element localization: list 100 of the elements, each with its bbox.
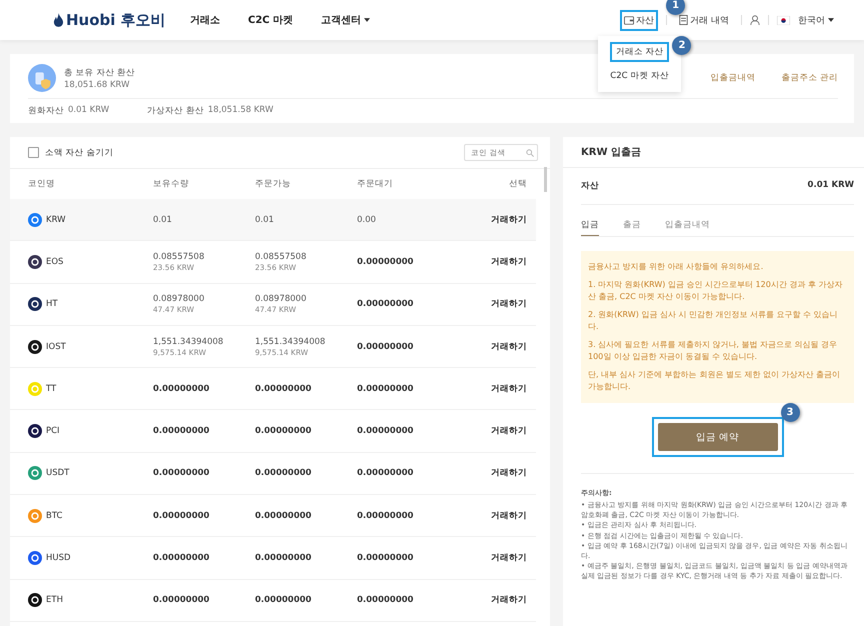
trade-link[interactable]: 거래하기 bbox=[491, 214, 527, 225]
assets-link[interactable]: 자산 bbox=[620, 10, 658, 30]
pending-value: 0.00000000 bbox=[357, 595, 414, 606]
nav-link[interactable]: 고객센터 bbox=[321, 13, 370, 27]
balance-value: 0.08557508 bbox=[153, 252, 206, 262]
tab[interactable]: 출금 bbox=[623, 219, 641, 236]
menu-item[interactable]: 거래소 자산 bbox=[610, 42, 670, 62]
coin-name: EOS bbox=[46, 256, 64, 267]
pending-value: 0.00000000 bbox=[357, 553, 414, 564]
coin-name: ETH bbox=[46, 595, 63, 606]
notice-text: 1. 마지막 원화(KRW) 입금 승인 시간으로부터 120시간 경과 후 가상자산 출금, C2C 마켓 자산 이동이 가능합니다. bbox=[588, 279, 844, 303]
krw-asset-value: 0.01 KRW bbox=[68, 105, 110, 117]
trade-link[interactable]: 거래하기 bbox=[491, 299, 527, 310]
wallet-icon bbox=[624, 16, 634, 24]
scrollbar bbox=[544, 167, 547, 192]
column-header: 코인명 bbox=[28, 178, 56, 190]
asset-value: 0.01 KRW bbox=[808, 180, 854, 192]
notice-text: 금융사고 방지를 위한 아래 사항들에 유의하세요. bbox=[588, 261, 764, 273]
balance-value: 1,551.34394008 bbox=[153, 336, 224, 347]
total-label: 총 보유 자산 환산 bbox=[64, 66, 136, 78]
trade-link[interactable]: 거래하기 bbox=[491, 426, 527, 436]
deposit-button[interactable]: 입금 예약 bbox=[658, 423, 778, 451]
trade-link[interactable]: 거래하기 bbox=[491, 256, 527, 267]
table-row[interactable]: TT 0.00000000 0.00000000 0.00000000 거래하기 bbox=[10, 368, 536, 410]
user-icon[interactable] bbox=[750, 15, 760, 25]
trade-link[interactable]: 거래하기 bbox=[491, 595, 527, 606]
coin-name: BTC bbox=[46, 510, 62, 521]
pending-value: 0.00000000 bbox=[357, 468, 414, 478]
pending-value: 0.00 bbox=[357, 214, 377, 225]
trade-link[interactable]: 거래하기 bbox=[491, 553, 527, 564]
available-value: 1,551.34394008 bbox=[255, 336, 326, 347]
flag-icon bbox=[777, 16, 790, 24]
table-row[interactable]: ETH 0.00000000 0.00000000 0.00000000 거래하기 bbox=[10, 580, 536, 622]
crypto-asset-value: 18,051.58 KRW bbox=[208, 105, 274, 117]
nav-link[interactable]: C2C 마켓 bbox=[248, 13, 294, 27]
available-value: 0.00000000 bbox=[255, 468, 312, 478]
column-header: 보유수량 bbox=[153, 178, 190, 190]
trade-link[interactable]: 거래하기 bbox=[491, 342, 527, 352]
panel-title: KRW 입출금 bbox=[563, 137, 864, 168]
coin-name: IOST bbox=[46, 342, 66, 352]
coin-name: HT bbox=[46, 299, 58, 310]
trade-link[interactable]: 거래하기 bbox=[491, 468, 527, 478]
table-row[interactable]: KRW 0.01 0.01 0.00 거래하기 bbox=[10, 199, 536, 242]
coins-avatar-icon bbox=[28, 64, 56, 92]
table-row[interactable]: BTC 0.00000000 0.00000000 0.00000000 거래하기 bbox=[10, 495, 536, 538]
pending-value: 0.00000000 bbox=[357, 299, 414, 310]
notice-text: 3. 심사에 필요한 서류를 제출하지 않거나, 불법 자금으로 의심될 경우 100일 이상 입금한 자금이 동결될 수 있습니다. bbox=[588, 339, 838, 363]
balance-value: 0.00000000 bbox=[153, 595, 210, 606]
balance-value: 0.00000000 bbox=[153, 553, 210, 564]
available-value: 0.08557508 bbox=[255, 252, 308, 262]
available-value: 0.00000000 bbox=[255, 384, 312, 394]
trade-link[interactable]: 거래하기 bbox=[491, 384, 527, 394]
caret-icon bbox=[828, 18, 834, 22]
menu-item[interactable]: C2C 마켓 자산 bbox=[604, 66, 675, 86]
column-header: 주문가능 bbox=[255, 178, 292, 190]
balance-value: 0.00000000 bbox=[153, 468, 210, 478]
pending-value: 0.00000000 bbox=[357, 256, 414, 267]
header-link[interactable]: 입출금내역 bbox=[710, 72, 756, 84]
step-badge: 3 bbox=[780, 403, 800, 422]
trade-link[interactable]: 거래하기 bbox=[491, 510, 527, 521]
balance-value: 0.00000000 bbox=[153, 510, 210, 521]
pending-value: 0.00000000 bbox=[357, 342, 414, 352]
flame-icon bbox=[53, 12, 64, 28]
column-header: 주문대기 bbox=[357, 178, 394, 190]
balance-value: 0.00000000 bbox=[153, 426, 210, 436]
table-row[interactable]: USDT 0.00000000 0.00000000 0.00000000 거래하기 bbox=[10, 452, 536, 496]
pending-value: 0.00000000 bbox=[357, 426, 414, 436]
notice-text: 2. 원화(KRW) 입금 심사 시 민감한 개인정보 서류를 요구할 수 있습니다. bbox=[588, 309, 839, 333]
pending-value: 0.00000000 bbox=[357, 384, 414, 394]
table-row[interactable]: HUSD 0.00000000 0.00000000 0.00000000 거래하기 bbox=[10, 537, 536, 580]
asset-label: 자산 bbox=[581, 180, 599, 192]
pending-value: 0.00000000 bbox=[357, 510, 414, 521]
krw-asset-label: 원화자산 bbox=[28, 105, 64, 117]
checkbox[interactable] bbox=[28, 147, 39, 158]
search-icon bbox=[526, 149, 534, 157]
column-header: 선택 bbox=[508, 178, 527, 190]
balance-value: 0.01 bbox=[153, 214, 173, 225]
step-badge: 1 bbox=[666, 0, 686, 14]
available-value: 0.00000000 bbox=[255, 595, 312, 606]
available-value: 0.00000000 bbox=[255, 510, 312, 521]
balance-value: 0.08978000 bbox=[153, 294, 206, 304]
checkbox-label: 소액 자산 숨기기 bbox=[45, 146, 114, 158]
available-value: 0.08978000 bbox=[255, 294, 308, 304]
logo-text[interactable]: Huobi 후오비 bbox=[66, 10, 166, 30]
step-badge: 2 bbox=[672, 36, 692, 54]
tab[interactable]: 입출금내역 bbox=[665, 219, 710, 236]
header-link[interactable]: 출금주소 관리 bbox=[781, 72, 838, 84]
document-icon bbox=[679, 15, 688, 25]
tab[interactable]: 입금 bbox=[581, 219, 599, 236]
notice-text: 단, 내부 심사 기준에 부합하는 회원은 별도 제한 없이 가상자산 출금이 가능합니다. bbox=[588, 369, 841, 393]
coin-name: HUSD bbox=[46, 553, 71, 564]
available-value: 0.00000000 bbox=[255, 553, 312, 564]
nav-link[interactable]: 거래소 bbox=[190, 13, 220, 27]
crypto-asset-label: 가상자산 환산 bbox=[147, 105, 204, 117]
coin-name: TT bbox=[46, 384, 56, 394]
coin-name: KRW bbox=[46, 214, 66, 225]
language-selector[interactable]: 한국어 bbox=[798, 14, 834, 26]
balance-value: 0.00000000 bbox=[153, 384, 210, 394]
total-value: 18,051.68 KRW bbox=[64, 80, 131, 90]
table-row[interactable]: PCI 0.00000000 0.00000000 0.00000000 거래하기 bbox=[10, 410, 536, 453]
